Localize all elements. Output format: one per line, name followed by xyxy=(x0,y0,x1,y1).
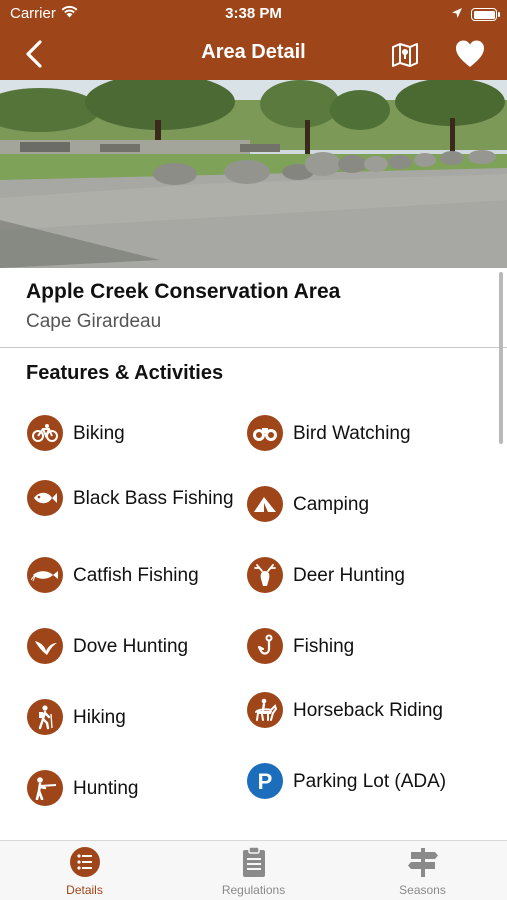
feature-deer-hunting[interactable]: Deer Hunting xyxy=(247,557,468,593)
tab-label: Details xyxy=(66,883,103,897)
location-arrow-icon xyxy=(451,6,463,23)
tab-label: Seasons xyxy=(399,883,446,897)
signpost-icon xyxy=(406,845,440,879)
back-chevron-icon xyxy=(26,40,42,68)
map-icon xyxy=(392,43,418,67)
back-button[interactable] xyxy=(18,38,50,70)
svg-text:P: P xyxy=(258,769,273,793)
feature-bird-watching[interactable]: Bird Watching xyxy=(247,415,468,451)
feature-biking[interactable]: Biking xyxy=(27,415,248,451)
status-right xyxy=(451,6,500,23)
catfish-icon xyxy=(27,557,63,593)
battery-icon xyxy=(471,8,500,21)
features-title: Features & Activities xyxy=(26,362,224,384)
feature-parking-lot-ada[interactable]: P Parking Lot (ADA) xyxy=(247,763,468,799)
tab-seasons[interactable]: Seasons xyxy=(338,845,507,899)
area-name: Apple Creek Conservation Area xyxy=(26,280,341,303)
feature-label: Catfish Fishing xyxy=(73,564,199,586)
hiker-icon xyxy=(27,699,63,735)
feature-label: Biking xyxy=(73,422,125,444)
feature-label: Fishing xyxy=(293,635,355,657)
parking-icon: P xyxy=(247,763,283,799)
area-header: Apple Creek Conservation Area Cape Girar… xyxy=(0,268,507,348)
feature-label: Black Bass Fishing xyxy=(73,487,234,509)
feature-camping[interactable]: Camping xyxy=(247,486,468,522)
tab-label: Regulations xyxy=(221,883,286,897)
list-icon xyxy=(68,845,102,879)
status-time: 3:38 PM xyxy=(225,5,282,22)
map-button[interactable] xyxy=(390,40,420,68)
deer-icon xyxy=(247,557,283,593)
feature-label: Parking Lot (ADA) xyxy=(293,770,447,792)
feature-horseback-riding[interactable]: Horseback Riding xyxy=(247,692,468,728)
feature-fishing[interactable]: Fishing xyxy=(247,628,468,664)
tab-regulations[interactable]: Regulations xyxy=(169,845,338,899)
feature-catfish-fishing[interactable]: Catfish Fishing xyxy=(27,557,248,593)
feature-hiking[interactable]: Hiking xyxy=(27,699,248,735)
status-bar: Carrier 3:38 PM xyxy=(0,0,507,28)
binoculars-icon xyxy=(247,415,283,451)
bass-fish-icon xyxy=(27,480,63,516)
clipboard-icon xyxy=(237,845,271,879)
tab-bar: Details Regulations Seasons xyxy=(0,840,507,900)
feature-label: Deer Hunting xyxy=(293,564,405,586)
heart-icon xyxy=(456,40,484,67)
area-county: Cape Girardeau xyxy=(26,311,162,332)
favorite-button[interactable] xyxy=(454,39,486,69)
feature-label: Dove Hunting xyxy=(73,635,189,657)
feature-label: Camping xyxy=(293,493,370,515)
feature-hunting[interactable]: Hunting xyxy=(27,770,248,806)
dove-icon xyxy=(27,628,63,664)
features-grid: Biking Bird Watching Black Bass Fishing … xyxy=(0,398,500,838)
feature-label: Hunting xyxy=(73,777,139,799)
nav-bar: Area Detail xyxy=(0,28,507,80)
tab-details[interactable]: Details xyxy=(0,845,169,899)
fish-hook-icon xyxy=(247,628,283,664)
horse-rider-icon xyxy=(247,692,283,728)
feature-label: Hiking xyxy=(73,706,126,728)
area-photo xyxy=(0,80,507,268)
page-title: Area Detail xyxy=(201,41,306,63)
tent-icon xyxy=(247,486,283,522)
feature-black-bass-fishing[interactable]: Black Bass Fishing xyxy=(27,480,248,516)
feature-dove-hunting[interactable]: Dove Hunting xyxy=(27,628,248,664)
feature-label: Bird Watching xyxy=(293,422,411,444)
bike-icon xyxy=(27,415,63,451)
feature-label: Horseback Riding xyxy=(293,699,443,721)
hunter-icon xyxy=(27,770,63,806)
